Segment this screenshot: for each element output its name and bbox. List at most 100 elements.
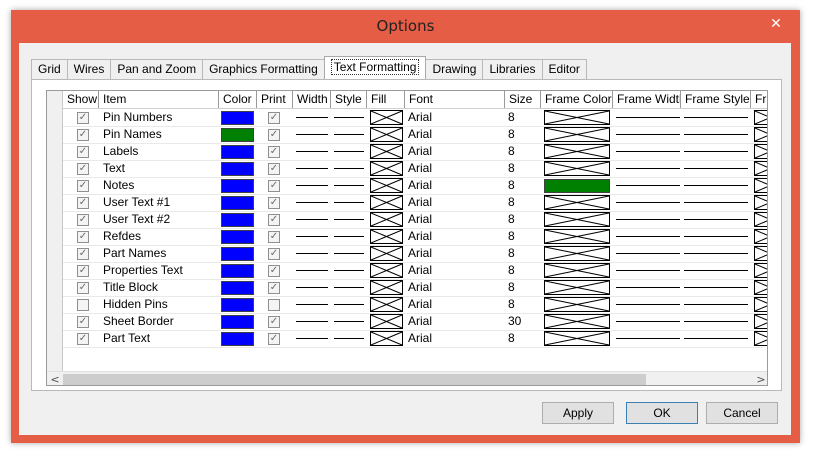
show-checkbox[interactable]: ✓ (77, 214, 89, 226)
color-swatch[interactable] (221, 128, 254, 142)
frame-color-none-icon[interactable] (544, 314, 610, 329)
font-value[interactable]: Arial (408, 279, 503, 296)
color-swatch[interactable] (221, 179, 254, 193)
frame-color-none-icon[interactable] (544, 263, 610, 278)
fill-none-icon[interactable] (370, 297, 403, 312)
column-header-show[interactable]: Show (63, 91, 99, 108)
print-checkbox[interactable]: ✓ (268, 231, 280, 243)
color-swatch[interactable] (221, 315, 254, 329)
frame-color-none-icon[interactable] (544, 246, 610, 261)
fill-none-icon[interactable] (370, 212, 403, 227)
horizontal-scrollbar[interactable]: < > (47, 371, 767, 385)
frame-color-none-icon[interactable] (544, 229, 610, 244)
print-checkbox[interactable]: ✓ (268, 248, 280, 260)
column-header-print[interactable]: Print (257, 91, 293, 108)
frame-color-none-icon[interactable] (544, 212, 610, 227)
show-checkbox[interactable]: ✓ (77, 197, 89, 209)
width-line-sample[interactable] (296, 338, 328, 339)
frame-color-none-icon[interactable] (544, 297, 610, 312)
ok-button[interactable]: OK (626, 402, 698, 424)
fill-none-icon[interactable] (370, 280, 403, 295)
width-line-sample[interactable] (296, 321, 328, 322)
width-line-sample[interactable] (296, 219, 328, 220)
size-value[interactable]: 8 (508, 279, 540, 296)
column-header-style[interactable]: Style (331, 91, 367, 108)
title-bar[interactable]: Options ✕ (11, 10, 800, 44)
show-checkbox[interactable]: ✓ (77, 146, 89, 158)
column-header-fill[interactable]: Fill (367, 91, 405, 108)
print-checkbox[interactable]: ✓ (268, 163, 280, 175)
frame-width-line-sample[interactable] (616, 202, 680, 203)
show-checkbox[interactable]: ✓ (77, 333, 89, 345)
table-row[interactable]: ✓ Pin Numbers ✓ Arial 8 (47, 109, 767, 126)
size-value[interactable]: 8 (508, 211, 540, 228)
table-row[interactable]: ✓ Notes ✓ Arial 8 (47, 177, 767, 194)
frame-color-none-icon[interactable] (544, 331, 610, 346)
table-row[interactable]: ✓ User Text #1 ✓ Arial 8 (47, 194, 767, 211)
frame-fill-none-icon[interactable] (754, 229, 767, 244)
show-checkbox[interactable]: ✓ (77, 163, 89, 175)
size-value[interactable]: 8 (508, 330, 540, 347)
color-swatch[interactable] (221, 145, 254, 159)
frame-fill-none-icon[interactable] (754, 195, 767, 210)
font-value[interactable]: Arial (408, 296, 503, 313)
width-line-sample[interactable] (296, 236, 328, 237)
frame-style-line-sample[interactable] (684, 134, 748, 135)
show-checkbox[interactable]: ✓ (77, 180, 89, 192)
print-checkbox[interactable]: ✓ (268, 112, 280, 124)
style-line-sample[interactable] (334, 287, 364, 288)
frame-style-line-sample[interactable] (684, 117, 748, 118)
tab-wires[interactable]: Wires (66, 59, 112, 79)
frame-fill-none-icon[interactable] (754, 280, 767, 295)
print-checkbox[interactable] (268, 299, 280, 311)
frame-width-line-sample[interactable] (616, 168, 680, 169)
style-line-sample[interactable] (334, 236, 364, 237)
width-line-sample[interactable] (296, 253, 328, 254)
frame-style-line-sample[interactable] (684, 253, 748, 254)
frame-width-line-sample[interactable] (616, 117, 680, 118)
column-header-frame-width[interactable]: Frame Width (613, 91, 681, 108)
tab-editor[interactable]: Editor (541, 59, 587, 79)
show-checkbox[interactable]: ✓ (77, 282, 89, 294)
style-line-sample[interactable] (334, 304, 364, 305)
tab-libraries[interactable]: Libraries (482, 59, 543, 79)
fill-none-icon[interactable] (370, 144, 403, 159)
size-value[interactable]: 8 (508, 177, 540, 194)
column-header-size[interactable]: Size (505, 91, 541, 108)
scroll-right-icon[interactable]: > (753, 372, 767, 385)
frame-style-line-sample[interactable] (684, 270, 748, 271)
scrollbar-thumb[interactable] (63, 374, 646, 385)
width-line-sample[interactable] (296, 168, 328, 169)
frame-style-line-sample[interactable] (684, 338, 748, 339)
color-swatch[interactable] (221, 281, 254, 295)
width-line-sample[interactable] (296, 202, 328, 203)
size-value[interactable]: 8 (508, 245, 540, 262)
show-checkbox[interactable]: ✓ (77, 248, 89, 260)
scroll-left-icon[interactable]: < (47, 372, 63, 385)
fill-none-icon[interactable] (370, 246, 403, 261)
width-line-sample[interactable] (296, 287, 328, 288)
fill-none-icon[interactable] (370, 331, 403, 346)
width-line-sample[interactable] (296, 134, 328, 135)
print-checkbox[interactable]: ✓ (268, 333, 280, 345)
print-checkbox[interactable]: ✓ (268, 129, 280, 141)
print-checkbox[interactable]: ✓ (268, 197, 280, 209)
width-line-sample[interactable] (296, 117, 328, 118)
frame-style-line-sample[interactable] (684, 185, 748, 186)
tab-text-formatting[interactable]: Text Formatting (323, 56, 427, 79)
frame-color-none-icon[interactable] (544, 280, 610, 295)
style-line-sample[interactable] (334, 185, 364, 186)
frame-fill-none-icon[interactable] (754, 161, 767, 176)
print-checkbox[interactable]: ✓ (268, 265, 280, 277)
frame-width-line-sample[interactable] (616, 304, 680, 305)
table-row[interactable]: ✓ Refdes ✓ Arial 8 (47, 228, 767, 245)
fill-none-icon[interactable] (370, 110, 403, 125)
show-checkbox[interactable]: ✓ (77, 231, 89, 243)
color-swatch[interactable] (221, 332, 254, 346)
size-value[interactable]: 8 (508, 160, 540, 177)
frame-color-none-icon[interactable] (544, 144, 610, 159)
apply-button[interactable]: Apply (542, 402, 614, 424)
frame-color-none-icon[interactable] (544, 110, 610, 125)
color-swatch[interactable] (221, 230, 254, 244)
font-value[interactable]: Arial (408, 194, 503, 211)
